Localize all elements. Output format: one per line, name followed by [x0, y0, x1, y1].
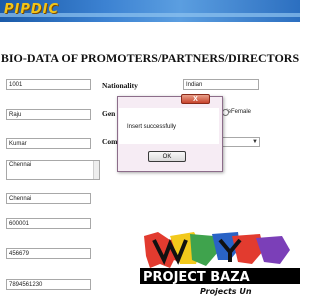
- page-title: BIO-DATA OF PROMOTERS/PARTNERS/DIRECTORS: [0, 51, 300, 65]
- mobile-field[interactable]: 7894561230: [6, 279, 91, 290]
- textarea-scrollbar[interactable]: [93, 161, 99, 179]
- gender-label: Gen: [102, 109, 116, 118]
- close-icon[interactable]: X: [181, 94, 210, 104]
- community-label: Com: [102, 137, 118, 146]
- first-name-field[interactable]: Raju: [6, 109, 91, 120]
- phone-field[interactable]: 456679: [6, 248, 91, 259]
- nationality-field[interactable]: Indian: [183, 79, 259, 90]
- pincode-field[interactable]: 600001: [6, 218, 91, 229]
- header-banner: PIPDIC: [0, 0, 300, 22]
- city-field[interactable]: Chennai: [6, 193, 91, 204]
- nationality-label: Nationality: [102, 81, 138, 90]
- watermark-brand-main: PROJECT BAZA: [143, 270, 250, 285]
- id-field[interactable]: 1001: [6, 79, 91, 90]
- address-text: Chennai: [9, 162, 32, 168]
- watermark-tagline: Projects Un: [200, 287, 252, 296]
- chevron-down-icon: ▼: [252, 139, 258, 145]
- site-logo: PIPDIC: [4, 2, 60, 17]
- dialog-message: Insert successfully: [127, 124, 177, 130]
- gender-female-radio[interactable]: [222, 109, 229, 116]
- last-name-field[interactable]: Kumar: [6, 138, 91, 149]
- address-textarea[interactable]: Chennai: [6, 160, 100, 180]
- project-bazaar-watermark: PROJECT BAZA Projects Un: [140, 232, 300, 296]
- gender-female-label: Female: [231, 109, 252, 115]
- ok-button[interactable]: OK: [148, 151, 186, 162]
